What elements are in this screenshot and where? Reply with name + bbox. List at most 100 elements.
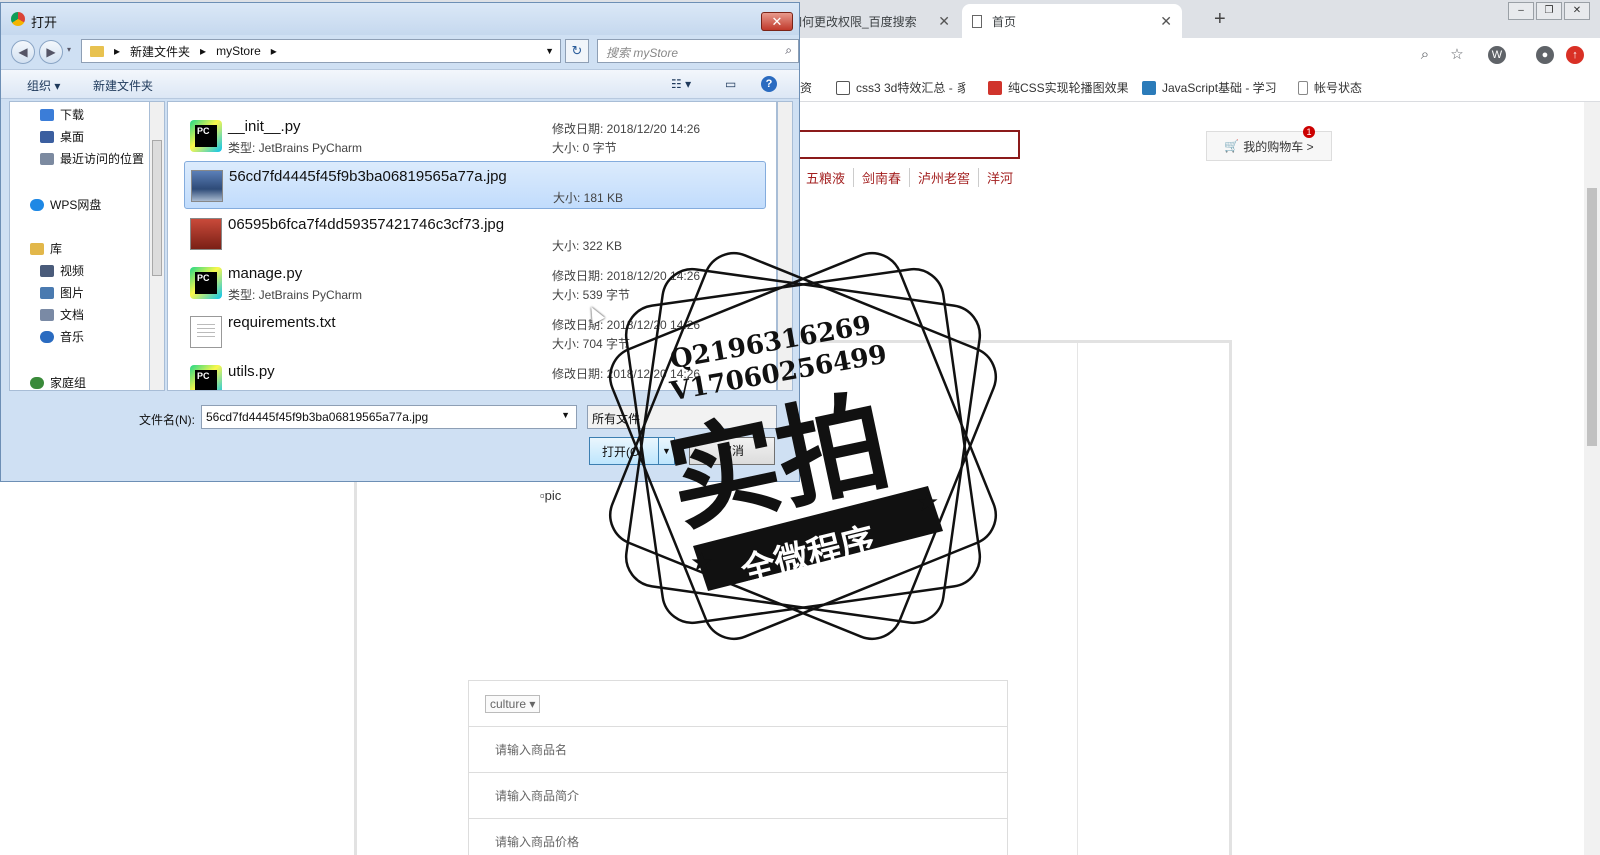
breadcrumb-item[interactable]: myStore [216,44,261,58]
page-scrollbar[interactable] [1584,102,1600,855]
scrollbar-thumb[interactable] [152,140,162,276]
tab-close-icon[interactable]: ✕ [938,13,950,30]
file-item[interactable]: PC manage.py 类型: JetBrains PyCharm 修改日期:… [184,259,766,307]
product-form: culture ▾ 请输入商品名 请输入商品简介 请输入商品价格 [468,680,1008,855]
tab-home[interactable]: 首页 ✕ [962,4,1182,38]
navigation-pane: 下载 桌面 最近访问的位置 WPS网盘 库 视频 图片 文档 音乐 家庭组 [9,101,157,391]
library-icon [30,242,44,255]
product-price-input[interactable]: 请输入商品价格 [469,819,1007,855]
nav-scrollbar[interactable] [149,101,165,391]
new-folder-button[interactable]: 新建文件夹 [93,77,153,94]
search-icon: ⌕ [785,43,792,57]
tab-baidu-search[interactable]: 如何更改权限_百度搜索 ✕ [780,4,960,38]
close-window-icon[interactable]: ✕ [1564,2,1590,20]
file-item[interactable]: 06595b6fca7f4dd59357421746c3cf73.jpg 大小:… [184,210,766,258]
minimize-icon[interactable]: – [1508,2,1534,20]
nav-item-desktop[interactable]: 桌面 [40,128,84,145]
update-icon[interactable]: ↑ [1566,46,1584,64]
video-icon [40,264,54,277]
open-file-dialog: 打开 ✕ ◀ ▶ ▾ ▸ 新建文件夹 ▸ myStore ▸ ▼ ↻ 搜索 my… [0,2,800,482]
cancel-button[interactable]: 取消 [689,437,775,465]
cart-label: 我的购物车 > [1243,139,1314,154]
pictures-icon [40,286,54,299]
category-select[interactable]: culture ▾ [485,694,541,713]
pycharm-file-icon: PC [190,120,222,152]
preview-pane-icon[interactable]: ▭ [725,77,736,91]
forward-icon[interactable]: ▶ [39,40,63,64]
bookmark-label: 帐号状态 [1314,81,1363,95]
site-search-input[interactable] [780,130,1020,159]
extension-w-icon[interactable]: W [1488,46,1506,64]
nav-item-downloads[interactable]: 下载 [40,106,84,123]
category-link[interactable]: 剑南春 [854,168,911,187]
file-type-filter[interactable]: 所有文件 [587,405,777,429]
star-icon[interactable]: ☆ [1448,46,1466,64]
category-link[interactable]: 泸州老窖 [910,168,980,187]
tab-close-icon[interactable]: ✕ [1160,13,1172,30]
history-chevron-icon[interactable]: ▾ [67,45,71,54]
open-split-dropdown-icon[interactable]: ▼ [658,438,674,464]
nav-item-music[interactable]: 音乐 [40,328,84,345]
category-link[interactable]: 洋河 [979,168,1021,187]
file-name: manage.py [228,265,303,282]
bookmark-item[interactable]: 纯CSS实现轮播图效果 [988,79,1129,96]
filename-dropdown-icon[interactable]: ▼ [561,410,570,420]
nav-item-libraries[interactable]: 库 [30,240,62,257]
file-scrollbar[interactable] [777,101,793,391]
product-intro-input[interactable]: 请输入商品简介 [469,773,1007,819]
organize-menu[interactable]: 组织 ▾ [27,77,60,94]
open-button[interactable]: 打开(O) ▼ [589,437,675,465]
chrome-icon [11,12,25,26]
nav-label: 音乐 [60,330,85,344]
broken-image: ▫pic [540,488,561,503]
nav-item-recent[interactable]: 最近访问的位置 [40,150,144,167]
profile-icon[interactable]: ● [1536,46,1554,64]
documents-icon [40,308,54,321]
dialog-close-button[interactable]: ✕ [761,12,793,31]
new-tab-button[interactable]: + [1214,8,1226,31]
file-item[interactable]: requirements.txt 修改日期: 2018/12/20 14:26 … [184,308,766,356]
bookmark-item[interactable]: 帐号状态 [1298,79,1362,96]
file-item-selected[interactable]: 56cd7fd4445f45f9b3ba06819565a77a.jpg 大小:… [184,161,766,209]
folder-search-input[interactable]: 搜索 myStore ⌕ [597,39,799,63]
address-bar[interactable]: ▸ 新建文件夹 ▸ myStore ▸ ▼ [81,39,561,63]
filter-value: 所有文件 [592,412,641,426]
file-item[interactable]: PC __init__.py 类型: JetBrains PyCharm 修改日… [184,112,766,160]
nav-item-videos[interactable]: 视频 [40,262,84,279]
cloud-icon [30,198,44,211]
back-icon[interactable]: ◀ [11,40,35,64]
file-date: 修改日期: 2018/12/20 14:26 [552,367,701,381]
cart-icon: 🛒 [1224,139,1240,153]
nav-label: WPS网盘 [50,198,102,212]
recent-places-icon [40,152,54,165]
product-name-input[interactable]: 请输入商品名 [469,727,1007,773]
search-placeholder: 搜索 myStore [606,46,679,60]
file-size: 大小: 704 字节 [552,337,631,351]
category-link[interactable]: 五粮液 [798,168,855,187]
bookmark-item[interactable]: css3 3d特效汇总 - 豸 [836,79,968,96]
file-item[interactable]: PC utils.py 修改日期: 2018/12/20 14:26 [184,357,766,390]
cart-button[interactable]: 🛒 我的购物车 > 1 [1206,126,1332,161]
dialog-titlebar[interactable]: 打开 ✕ [1,3,799,35]
refresh-icon[interactable]: ↻ [565,39,589,63]
scrollbar-thumb[interactable] [1587,188,1597,446]
bookmark-label: JavaScript基础 - 学习 [1162,81,1277,95]
document-icon [1298,80,1308,95]
help-icon[interactable]: ? [761,76,777,92]
maximize-icon[interactable]: ❐ [1536,2,1562,20]
nav-item-homegroup[interactable]: 家庭组 [30,374,86,390]
bookmark-item[interactable]: 资 [800,79,812,96]
nav-item-pictures[interactable]: 图片 [40,284,84,301]
bookmark-favicon-icon [988,80,1002,95]
nav-item-documents[interactable]: 文档 [40,306,84,323]
nav-item-wps[interactable]: WPS网盘 [30,196,101,213]
bookmark-label: css3 3d特效汇总 - 豸 [856,81,969,95]
filename-input[interactable]: 56cd7fd4445f45f9b3ba06819565a77a.jpg ▼ [201,405,577,429]
view-options-icon[interactable]: ☷ ▾ [671,77,691,91]
zoom-icon[interactable]: ⌕ [1416,46,1434,64]
bookmark-item[interactable]: JavaScript基础 - 学习 [1142,79,1277,96]
file-name: requirements.txt [228,314,336,331]
address-dropdown-icon[interactable]: ▼ [545,46,554,56]
breadcrumb-item[interactable]: 新建文件夹 [130,43,190,60]
filename-label: 文件名(N): [139,413,195,427]
